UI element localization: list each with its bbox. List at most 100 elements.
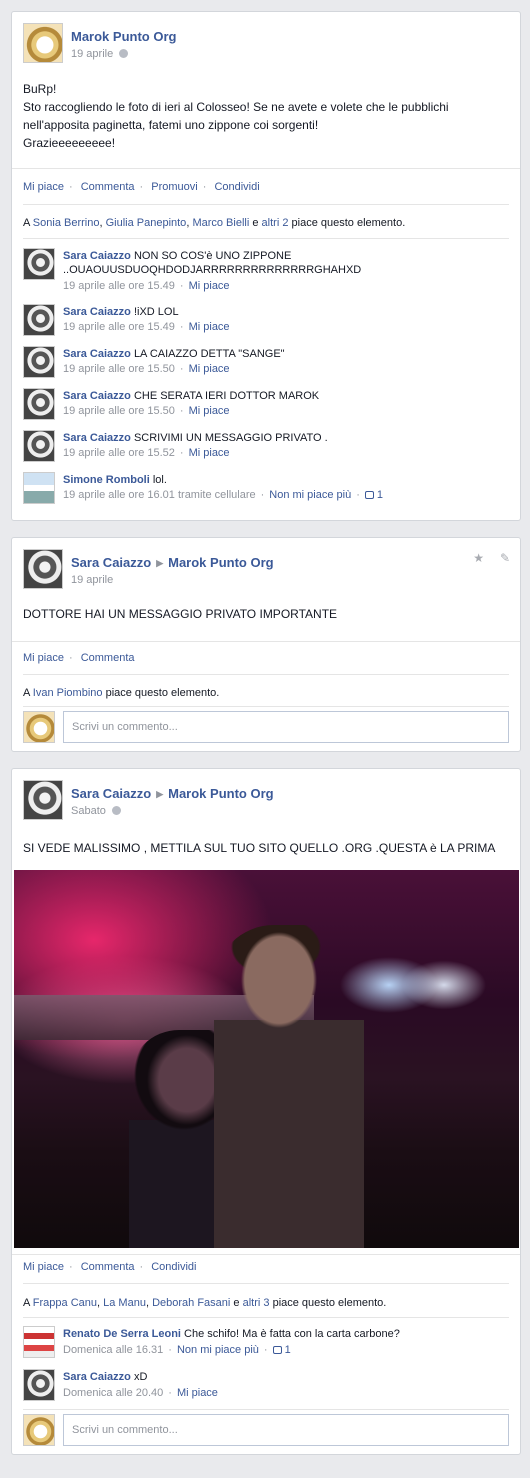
others-link[interactable]: altri 2 [262,217,289,229]
comment-text: xD [133,1371,148,1383]
star-icon[interactable]: ★ [473,551,484,565]
divider [23,204,509,205]
share-button[interactable]: Condividi [151,1261,196,1273]
post-line: nell'apposita paginetta, fatemi uno zipp… [23,118,319,132]
comment-like-button[interactable]: Mi piace [189,405,230,417]
like-button[interactable]: Mi piace [23,652,64,664]
comment-text: LA CAIAZZO DETTA "SANGE" [133,348,285,360]
liker-link[interactable]: Deborah Fasani [152,1297,230,1309]
comment-like-button[interactable]: Mi piace [189,447,230,459]
post-author[interactable]: Sara Caiazzo [71,786,151,801]
likes-summary: A Frappa Canu, La Manu, Deborah Fasani e… [23,1297,387,1309]
others-link[interactable]: altri 3 [243,1297,270,1309]
comment-like-button[interactable]: Mi piace [189,321,230,333]
commenter-avatar[interactable] [23,304,55,336]
author-avatar[interactable] [23,780,63,820]
viewer-avatar [23,711,55,743]
liker-link[interactable]: Giulia Panepinto [106,217,187,229]
post-header: Marok Punto Org 19 aprile [23,23,503,63]
divider [23,238,509,239]
pencil-icon[interactable]: ✎ [500,551,510,565]
liker-link[interactable]: Ivan Piombino [33,687,103,699]
comment-item: Sara Caiazzo NON SO COS'è UNO ZIPPONE ..… [23,248,509,294]
globe-icon [119,49,129,58]
comment-unlike-button[interactable]: Non mi piace più [269,489,351,501]
commenter-name[interactable]: Simone Romboli [63,474,150,486]
comment-input[interactable]: Scrivi un commento... [63,1414,509,1446]
comment-button[interactable]: Commenta [81,1261,135,1273]
comment-like-count[interactable]: 1 [364,489,383,501]
like-button[interactable]: Mi piace [23,181,64,193]
commenter-name[interactable]: Sara Caiazzo [63,348,131,360]
post-actions: Mi piace · Commenta · Promuovi · Condividi [23,181,260,193]
comment-item: Sara Caiazzo !iXD LOL 19 aprile alle ore… [23,304,509,340]
post-header: Sara Caiazzo ▶ Marok Punto Org 19 aprile [23,549,503,589]
comment-button[interactable]: Commenta [81,181,135,193]
author-avatar[interactable] [23,23,63,63]
post-date-link[interactable]: 19 aprile [71,48,113,60]
commenter-name[interactable]: Renato De Serra Leoni [63,1328,181,1340]
commenter-avatar[interactable] [23,248,55,280]
post-card-2: Sara Caiazzo ▶ Marok Punto Org 19 aprile ★… [11,537,521,752]
divider [12,168,520,169]
share-button[interactable]: Condividi [214,181,259,193]
commenter-avatar[interactable] [23,430,55,462]
likes-summary: A Ivan Piombino piace questo elemento. [23,687,220,699]
commenter-name[interactable]: Sara Caiazzo [63,306,131,318]
post-card-1: Marok Punto Org 19 aprile BuRp! Sto racc… [11,11,521,521]
triangle-arrow-icon: ▶ [156,558,164,568]
commenter-avatar[interactable] [23,1326,55,1358]
divider [23,1409,509,1410]
comment-input[interactable]: Scrivi un commento... [63,711,509,743]
comment-like-count[interactable]: 1 [272,1344,291,1356]
commenter-name[interactable]: Sara Caiazzo [63,250,131,262]
comment-item: Sara Caiazzo SCRIVIMI UN MESSAGGIO PRIVA… [23,430,509,466]
promote-button[interactable]: Promuovi [151,181,197,193]
commenter-avatar[interactable] [23,388,55,420]
comment-item: Simone Romboli lol. 19 aprile alle ore 1… [23,472,509,508]
post-actions: Mi piace · Commenta [23,652,135,664]
liker-link[interactable]: Marco Bielli [192,217,249,229]
comment-unlike-button[interactable]: Non mi piace più [177,1344,259,1356]
post-photo[interactable] [14,870,519,1248]
post-date: 19 aprile [71,48,129,60]
comment-meta: 19 aprile alle ore 15.49 · Mi piace [63,280,230,292]
author-avatar[interactable] [23,549,63,589]
liker-link[interactable]: Sonia Berrino [33,217,100,229]
liker-link[interactable]: La Manu [103,1297,146,1309]
like-button[interactable]: Mi piace [23,1261,64,1273]
comment-like-button[interactable]: Mi piace [189,280,230,292]
comment-like-button[interactable]: Mi piace [177,1387,218,1399]
comment-text: SCRIVIMI UN MESSAGGIO PRIVATO . [133,432,328,444]
commenter-avatar[interactable] [23,1369,55,1401]
comment-meta: 19 aprile alle ore 15.50 · Mi piace [63,363,230,375]
commenter-name[interactable]: Sara Caiazzo [63,1371,131,1383]
post-target[interactable]: Marok Punto Org [168,786,273,801]
photo-person [214,925,364,1248]
liker-link[interactable]: Frappa Canu [33,1297,97,1309]
likes-summary: A Sonia Berrino, Giulia Panepinto, Marco… [23,217,406,229]
comment-text: !iXD LOL [133,306,179,318]
comment-meta: 19 aprile alle ore 15.52 · Mi piace [63,447,230,459]
post-author[interactable]: Marok Punto Org [71,29,176,44]
commenter-name[interactable]: Sara Caiazzo [63,390,131,402]
comment-item: Sara Caiazzo LA CAIAZZO DETTA "SANGE" 19… [23,346,509,382]
post-date: Sabato [71,805,121,817]
comment-button[interactable]: Commenta [81,652,135,664]
comment-text: Che schifo! Ma è fatta con la carta carb… [184,1328,400,1340]
comment-text: lol. [152,474,167,486]
post-author[interactable]: Sara Caiazzo [71,555,151,570]
post-line: BuRp! [23,82,57,96]
comment-item: Renato De Serra Leoni Che schifo! Ma è f… [23,1326,509,1362]
commenter-avatar[interactable] [23,346,55,378]
post-body: SI VEDE MALISSIMO , METTILA SUL TUO SITO… [23,841,496,855]
comment-meta: Domenica alle 20.40 · Mi piace [63,1387,218,1399]
comment-like-button[interactable]: Mi piace [189,363,230,375]
divider [12,641,520,642]
divider [23,1317,509,1318]
commenter-avatar[interactable] [23,472,55,504]
viewer-avatar [23,1414,55,1446]
post-body: BuRp! Sto raccogliendo le foto di ieri a… [23,80,449,152]
commenter-name[interactable]: Sara Caiazzo [63,432,131,444]
post-target[interactable]: Marok Punto Org [168,555,273,570]
